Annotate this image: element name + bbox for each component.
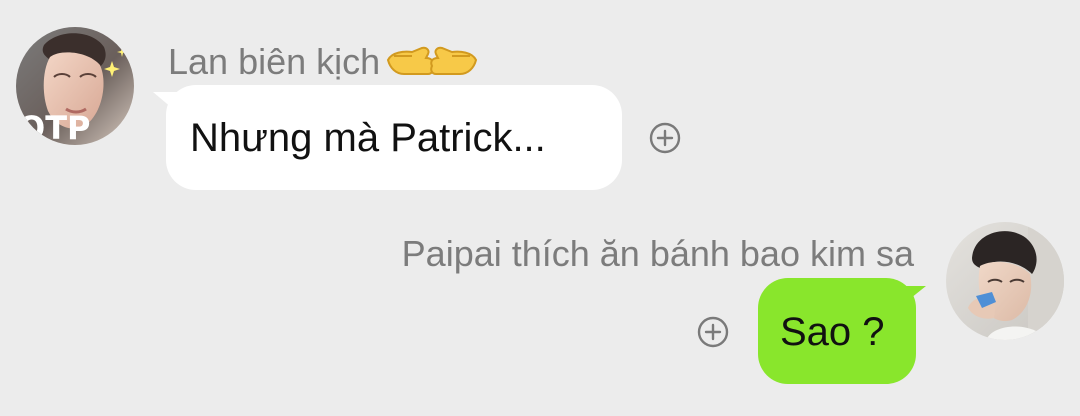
message-bubble-outgoing[interactable]: Sao ? xyxy=(758,278,916,384)
react-button-outgoing[interactable] xyxy=(697,316,729,348)
avatar-overlay-text: OTP xyxy=(18,109,90,145)
sender-name-outgoing: Paipai thích ăn bánh bao kim sa xyxy=(401,233,914,274)
avatar-lan-bien-kich[interactable]: OTP xyxy=(16,27,134,145)
message-bubble-incoming[interactable]: Nhưng mà Patrick... xyxy=(166,85,622,190)
avatar-photo: OTP xyxy=(16,27,134,145)
plus-circle-icon xyxy=(697,316,729,348)
avatar-photo xyxy=(946,222,1064,340)
sender-name-incoming: Lan biên kịch xyxy=(168,42,478,86)
pointing-hands-icon xyxy=(386,42,478,86)
message-text: Nhưng mà Patrick... xyxy=(190,116,546,160)
sender-name-text: Lan biên kịch xyxy=(168,41,381,82)
avatar-paipai[interactable] xyxy=(946,222,1064,340)
react-button-incoming[interactable] xyxy=(649,122,681,154)
message-text: Sao ? xyxy=(780,310,885,354)
plus-circle-icon xyxy=(649,122,681,154)
